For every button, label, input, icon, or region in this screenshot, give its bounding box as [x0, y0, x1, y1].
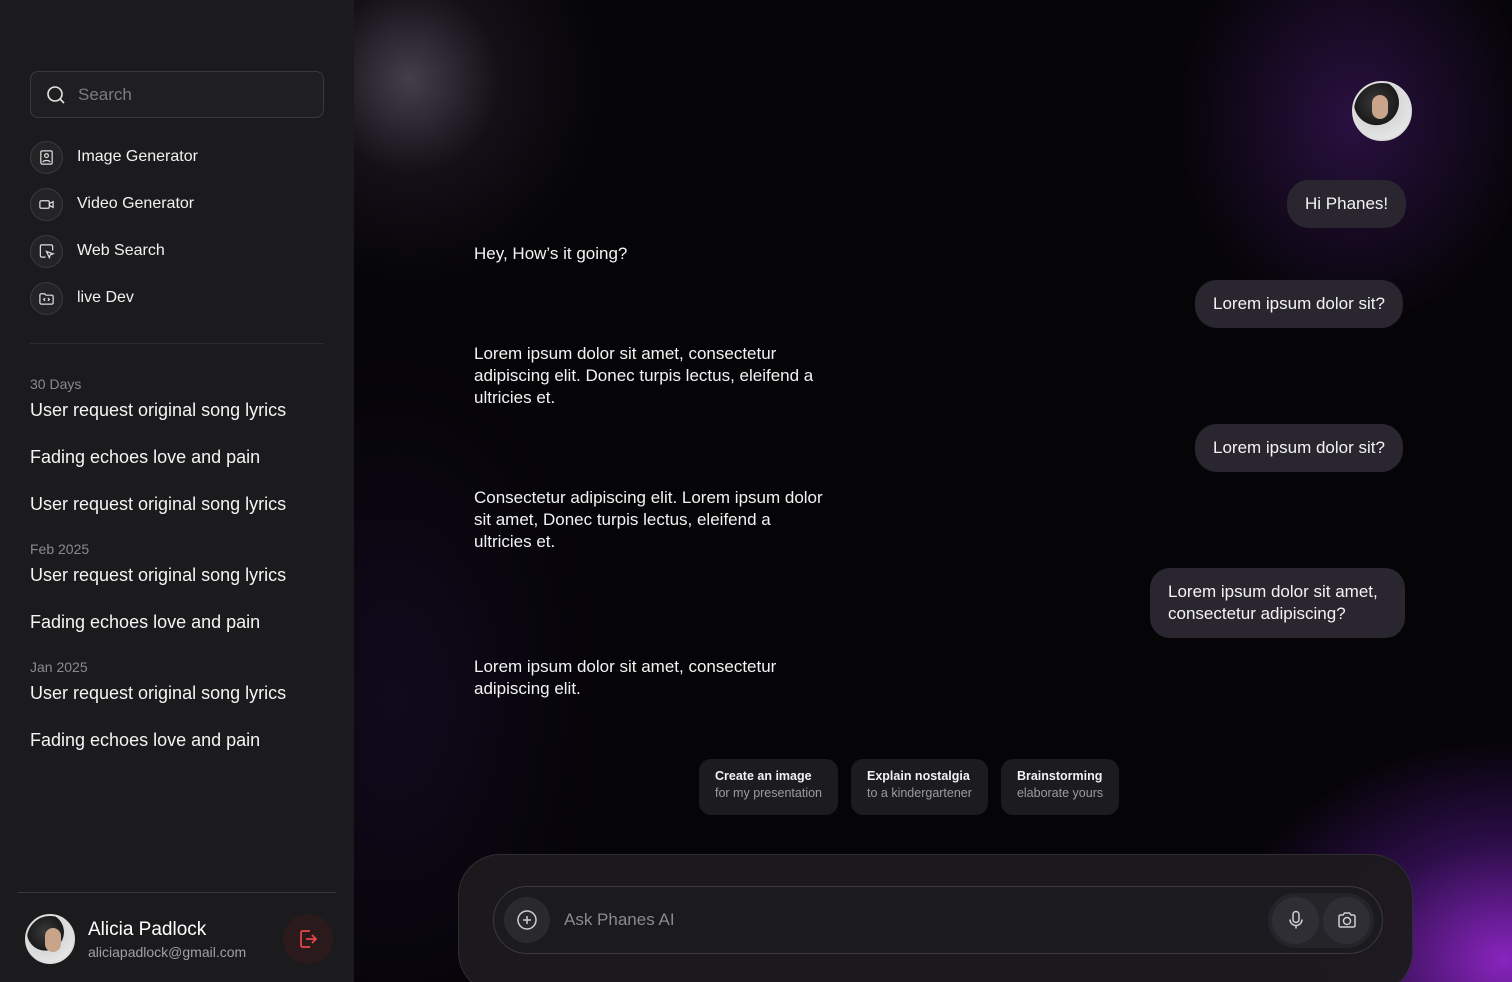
divider: [18, 892, 336, 893]
suggestion-explain-nostalgia[interactable]: Explain nostalgia to a kindergartener: [851, 759, 988, 815]
user-info: Alicia Padlock aliciapadlock@gmail.com: [88, 919, 246, 960]
search-icon: [47, 85, 65, 104]
chat-user-avatar: [1352, 81, 1412, 141]
history-item[interactable]: Fading echoes love and pain: [30, 612, 340, 659]
assistant-message: Consectetur adipiscing elit. Lorem ipsum…: [474, 488, 823, 551]
assistant-message: Hey, How’s it going?: [474, 244, 628, 263]
video-icon: [30, 187, 63, 221]
tool-web-search[interactable]: Web Search: [30, 234, 198, 268]
attach-button[interactable]: [504, 897, 550, 943]
user-message: Lorem ipsum dolor sit amet, consectetur …: [1150, 568, 1405, 638]
camera-icon: [1337, 912, 1356, 928]
suggestion-create-image[interactable]: Create an image for my presentation: [699, 759, 838, 815]
history-group-title: Feb 2025: [30, 541, 90, 557]
tool-label: live Dev: [77, 289, 134, 306]
chat-area: Hi Phanes! Hey, How’s it going? Lorem ip…: [354, 0, 1512, 982]
plus-circle-icon: [517, 910, 537, 930]
history-group-30-days: 30 Days User request original song lyric…: [30, 376, 340, 541]
history-group-feb-2025: Feb 2025 User request original song lyri…: [30, 541, 340, 659]
search-box[interactable]: [30, 71, 324, 118]
microphone-icon: [1288, 910, 1303, 929]
composer: [458, 854, 1413, 982]
tool-label: Video Generator: [77, 195, 195, 212]
suggestion-title: Brainstorming: [1016, 769, 1103, 783]
suggestion-title: Create an image: [715, 769, 812, 783]
web-search-icon: [30, 234, 63, 268]
history-item[interactable]: User request original song lyrics: [30, 494, 340, 541]
logout-icon: [300, 930, 318, 948]
microphone-button[interactable]: [1272, 896, 1319, 944]
sidebar: Image Generator Video Generator Web Sear…: [0, 0, 354, 982]
history-item[interactable]: User request original song lyrics: [30, 565, 340, 612]
history-item[interactable]: Fading echoes love and pain: [30, 447, 340, 494]
chat-history: 30 Days User request original song lyric…: [30, 376, 340, 777]
avatar: [25, 914, 75, 964]
tool-label: Image Generator: [77, 148, 198, 165]
tool-image-generator[interactable]: Image Generator: [30, 140, 198, 174]
user-message: Lorem ipsum dolor sit?: [1195, 424, 1403, 472]
message-input[interactable]: [564, 910, 1268, 930]
user-name: Alicia Padlock: [88, 918, 207, 940]
tool-video-generator[interactable]: Video Generator: [30, 187, 198, 221]
history-item[interactable]: Fading echoes love and pain: [30, 730, 340, 777]
user-message: Hi Phanes!: [1287, 180, 1407, 228]
suggestion-subtitle: to a kindergartener: [867, 786, 972, 800]
history-item[interactable]: User request original song lyrics: [30, 683, 340, 730]
assistant-message: Lorem ipsum dolor sit amet, consectetur …: [474, 344, 814, 407]
tool-live-dev[interactable]: live Dev: [30, 281, 198, 315]
suggestion-subtitle: elaborate yours: [1016, 786, 1104, 800]
camera-button[interactable]: [1323, 896, 1370, 944]
user-message: Lorem ipsum dolor sit?: [1195, 280, 1403, 328]
suggestion-title: Explain nostalgia: [867, 769, 970, 783]
search-input[interactable]: [78, 84, 298, 105]
suggestion-subtitle: for my presentation: [715, 786, 822, 800]
image-icon: [30, 140, 63, 174]
divider: [30, 343, 324, 344]
tool-label: Web Search: [77, 242, 165, 259]
history-group-title: 30 Days: [30, 376, 82, 392]
user-profile[interactable]: Alicia Padlock aliciapadlock@gmail.com: [25, 914, 246, 964]
history-item[interactable]: User request original song lyrics: [30, 400, 340, 447]
assistant-message: Lorem ipsum dolor sit amet, consectetur …: [474, 657, 777, 698]
logout-button[interactable]: [283, 914, 333, 964]
suggestion-brainstorming[interactable]: Brainstorming elaborate yours: [1000, 759, 1120, 815]
suggestion-list: Create an image for my presentation Expl…: [699, 759, 1120, 815]
tool-list: Image Generator Video Generator Web Sear…: [30, 140, 198, 328]
composer-actions: [1268, 892, 1374, 948]
user-email: aliciapadlock@gmail.com: [88, 943, 247, 960]
history-group-jan-2025: Jan 2025 User request original song lyri…: [30, 659, 340, 777]
composer-input-row: [493, 886, 1383, 954]
code-folder-icon: [30, 281, 63, 315]
history-group-title: Jan 2025: [30, 659, 88, 675]
